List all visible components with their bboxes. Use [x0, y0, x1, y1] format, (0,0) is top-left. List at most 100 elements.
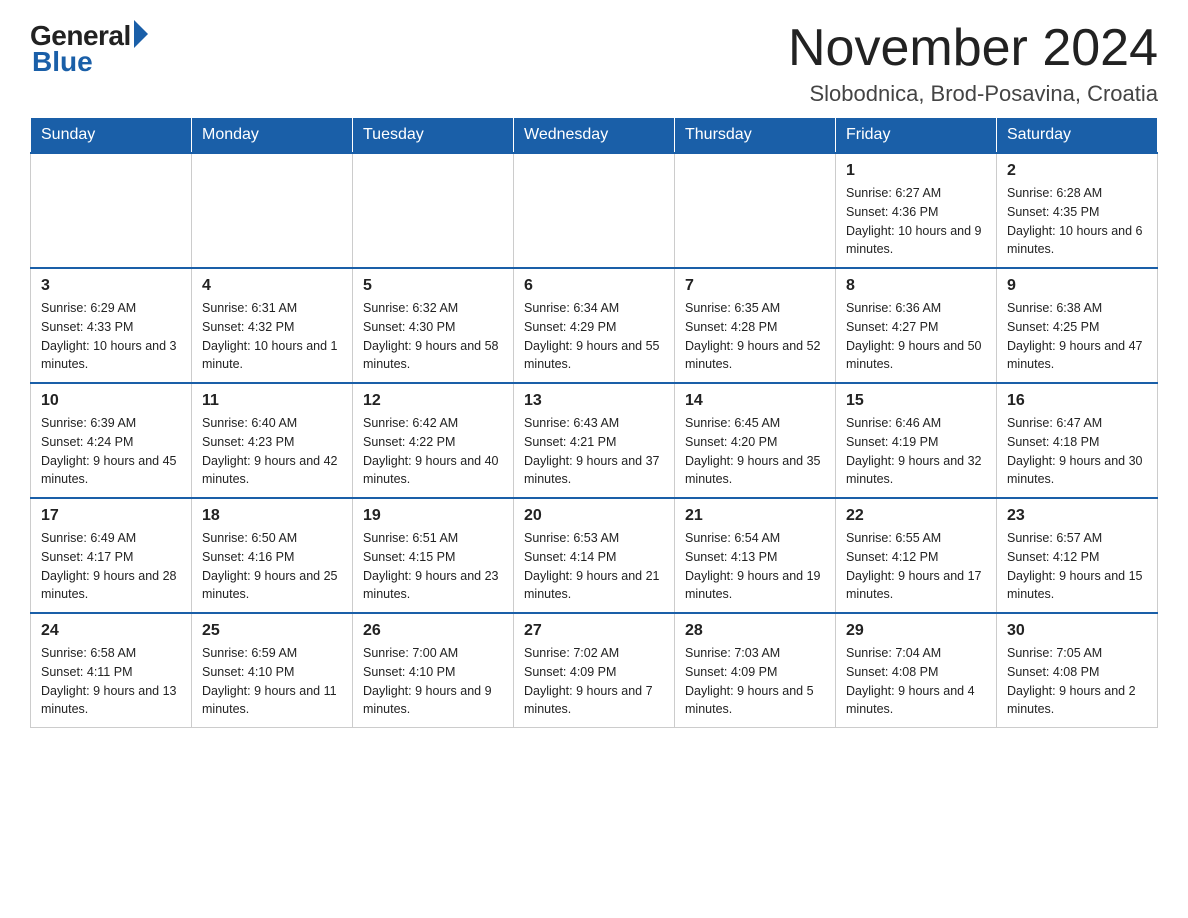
table-row: [31, 153, 192, 268]
day-number: 11: [202, 392, 342, 410]
table-row: [514, 153, 675, 268]
calendar-week-row: 3 Sunrise: 6:29 AMSunset: 4:33 PMDaylight…: [31, 268, 1158, 383]
table-row: 3 Sunrise: 6:29 AMSunset: 4:33 PMDaylight…: [31, 268, 192, 383]
table-row: 26 Sunrise: 7:00 AMSunset: 4:10 PMDayligh…: [353, 613, 514, 728]
day-number: 15: [846, 392, 986, 410]
calendar-week-row: 24Sunrise: 6:58 AMSunset: 4:11 PMDayligh…: [31, 613, 1158, 728]
table-row: 10Sunrise: 6:39 AMSunset: 4:24 PMDayligh…: [31, 383, 192, 498]
calendar-week-row: 10Sunrise: 6:39 AMSunset: 4:24 PMDayligh…: [31, 383, 1158, 498]
table-row: 28 Sunrise: 7:03 AMSunset: 4:09 PMDayligh…: [675, 613, 836, 728]
table-row: 25 Sunrise: 6:59 AMSunset: 4:10 PMDayligh…: [192, 613, 353, 728]
day-info: Sunrise: 6:32 AMSunset: 4:30 PMDaylight:…: [363, 299, 503, 374]
table-row: 16 Sunrise: 6:47 AMSunset: 4:18 PMDayligh…: [997, 383, 1158, 498]
day-info: Sunrise: 6:36 AMSunset: 4:27 PMDaylight:…: [846, 299, 986, 374]
day-info: Sunrise: 6:49 AMSunset: 4:17 PMDaylight:…: [41, 529, 181, 604]
day-info: Sunrise: 6:46 AMSunset: 4:19 PMDaylight:…: [846, 414, 986, 489]
table-row: [675, 153, 836, 268]
day-number: 21: [685, 507, 825, 525]
table-row: 2 Sunrise: 6:28 AMSunset: 4:35 PMDaylight…: [997, 153, 1158, 268]
day-info: Sunrise: 6:43 AMSunset: 4:21 PMDaylight:…: [524, 414, 664, 489]
location-text: Slobodnica, Brod-Posavina, Croatia: [788, 81, 1158, 107]
calendar-table: Sunday Monday Tuesday Wednesday Thursday…: [30, 117, 1158, 728]
day-info: Sunrise: 6:45 AMSunset: 4:20 PMDaylight:…: [685, 414, 825, 489]
logo: General Blue: [30, 20, 148, 78]
day-info: Sunrise: 6:29 AMSunset: 4:33 PMDaylight:…: [41, 299, 181, 374]
day-number: 17: [41, 507, 181, 525]
day-info: Sunrise: 7:05 AMSunset: 4:08 PMDaylight:…: [1007, 644, 1147, 719]
day-info: Sunrise: 6:31 AMSunset: 4:32 PMDaylight:…: [202, 299, 342, 374]
day-info: Sunrise: 6:35 AMSunset: 4:28 PMDaylight:…: [685, 299, 825, 374]
day-number: 10: [41, 392, 181, 410]
col-sunday: Sunday: [31, 118, 192, 154]
table-row: 5 Sunrise: 6:32 AMSunset: 4:30 PMDaylight…: [353, 268, 514, 383]
table-row: 4 Sunrise: 6:31 AMSunset: 4:32 PMDaylight…: [192, 268, 353, 383]
day-info: Sunrise: 7:02 AMSunset: 4:09 PMDaylight:…: [524, 644, 664, 719]
table-row: 14 Sunrise: 6:45 AMSunset: 4:20 PMDayligh…: [675, 383, 836, 498]
day-number: 22: [846, 507, 986, 525]
day-number: 3: [41, 277, 181, 295]
day-info: Sunrise: 7:00 AMSunset: 4:10 PMDaylight:…: [363, 644, 503, 719]
day-info: Sunrise: 6:57 AMSunset: 4:12 PMDaylight:…: [1007, 529, 1147, 604]
day-info: Sunrise: 6:28 AMSunset: 4:35 PMDaylight:…: [1007, 184, 1147, 259]
calendar-header-row: Sunday Monday Tuesday Wednesday Thursday…: [31, 118, 1158, 154]
day-info: Sunrise: 6:47 AMSunset: 4:18 PMDaylight:…: [1007, 414, 1147, 489]
day-number: 30: [1007, 622, 1147, 640]
day-info: Sunrise: 6:27 AMSunset: 4:36 PMDaylight:…: [846, 184, 986, 259]
day-info: Sunrise: 6:51 AMSunset: 4:15 PMDaylight:…: [363, 529, 503, 604]
table-row: 6 Sunrise: 6:34 AMSunset: 4:29 PMDaylight…: [514, 268, 675, 383]
day-info: Sunrise: 6:42 AMSunset: 4:22 PMDaylight:…: [363, 414, 503, 489]
table-row: 27 Sunrise: 7:02 AMSunset: 4:09 PMDayligh…: [514, 613, 675, 728]
day-info: Sunrise: 6:34 AMSunset: 4:29 PMDaylight:…: [524, 299, 664, 374]
day-info: Sunrise: 6:50 AMSunset: 4:16 PMDaylight:…: [202, 529, 342, 604]
table-row: [353, 153, 514, 268]
day-info: Sunrise: 7:03 AMSunset: 4:09 PMDaylight:…: [685, 644, 825, 719]
day-info: Sunrise: 6:59 AMSunset: 4:10 PMDaylight:…: [202, 644, 342, 719]
day-number: 19: [363, 507, 503, 525]
day-number: 23: [1007, 507, 1147, 525]
logo-blue-text: Blue: [30, 46, 93, 78]
table-row: 24Sunrise: 6:58 AMSunset: 4:11 PMDayligh…: [31, 613, 192, 728]
day-number: 8: [846, 277, 986, 295]
day-number: 12: [363, 392, 503, 410]
table-row: 29 Sunrise: 7:04 AMSunset: 4:08 PMDayligh…: [836, 613, 997, 728]
table-row: 13 Sunrise: 6:43 AMSunset: 4:21 PMDayligh…: [514, 383, 675, 498]
day-info: Sunrise: 6:38 AMSunset: 4:25 PMDaylight:…: [1007, 299, 1147, 374]
day-number: 27: [524, 622, 664, 640]
day-info: Sunrise: 6:40 AMSunset: 4:23 PMDaylight:…: [202, 414, 342, 489]
col-wednesday: Wednesday: [514, 118, 675, 154]
col-thursday: Thursday: [675, 118, 836, 154]
day-number: 2: [1007, 162, 1147, 180]
day-number: 7: [685, 277, 825, 295]
day-number: 16: [1007, 392, 1147, 410]
table-row: 1 Sunrise: 6:27 AMSunset: 4:36 PMDaylight…: [836, 153, 997, 268]
table-row: 11 Sunrise: 6:40 AMSunset: 4:23 PMDayligh…: [192, 383, 353, 498]
day-info: Sunrise: 7:04 AMSunset: 4:08 PMDaylight:…: [846, 644, 986, 719]
day-number: 13: [524, 392, 664, 410]
calendar-week-row: 1 Sunrise: 6:27 AMSunset: 4:36 PMDaylight…: [31, 153, 1158, 268]
day-number: 25: [202, 622, 342, 640]
table-row: 15 Sunrise: 6:46 AMSunset: 4:19 PMDayligh…: [836, 383, 997, 498]
day-number: 6: [524, 277, 664, 295]
col-saturday: Saturday: [997, 118, 1158, 154]
day-number: 28: [685, 622, 825, 640]
day-number: 1: [846, 162, 986, 180]
calendar-week-row: 17 Sunrise: 6:49 AMSunset: 4:17 PMDayligh…: [31, 498, 1158, 613]
table-row: 21Sunrise: 6:54 AMSunset: 4:13 PMDayligh…: [675, 498, 836, 613]
table-row: 18 Sunrise: 6:50 AMSunset: 4:16 PMDayligh…: [192, 498, 353, 613]
day-number: 18: [202, 507, 342, 525]
table-row: 23 Sunrise: 6:57 AMSunset: 4:12 PMDayligh…: [997, 498, 1158, 613]
day-number: 4: [202, 277, 342, 295]
table-row: 8 Sunrise: 6:36 AMSunset: 4:27 PMDaylight…: [836, 268, 997, 383]
day-info: Sunrise: 6:53 AMSunset: 4:14 PMDaylight:…: [524, 529, 664, 604]
day-number: 14: [685, 392, 825, 410]
day-number: 29: [846, 622, 986, 640]
day-number: 5: [363, 277, 503, 295]
col-tuesday: Tuesday: [353, 118, 514, 154]
col-monday: Monday: [192, 118, 353, 154]
table-row: 30 Sunrise: 7:05 AMSunset: 4:08 PMDayligh…: [997, 613, 1158, 728]
table-row: [192, 153, 353, 268]
day-number: 26: [363, 622, 503, 640]
day-info: Sunrise: 6:55 AMSunset: 4:12 PMDaylight:…: [846, 529, 986, 604]
table-row: 22 Sunrise: 6:55 AMSunset: 4:12 PMDayligh…: [836, 498, 997, 613]
logo-arrow-icon: [134, 20, 148, 48]
